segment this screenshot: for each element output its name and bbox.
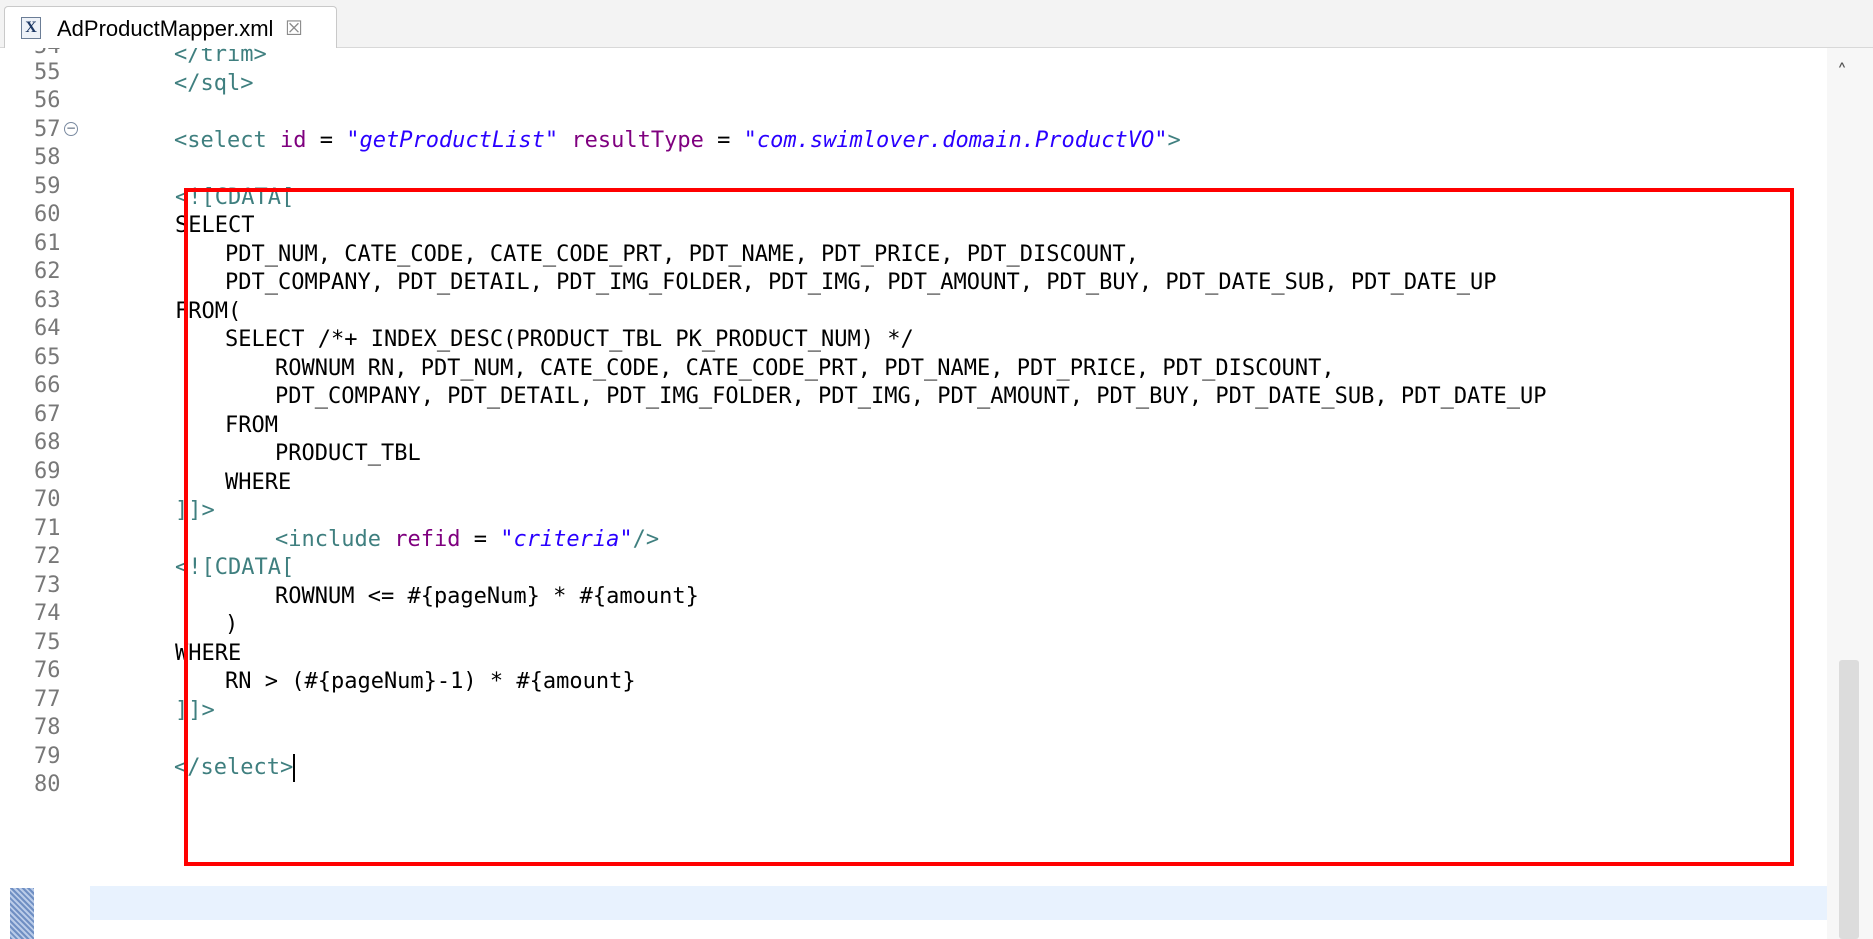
line-number: 58	[34, 145, 61, 170]
tab-label: AdProductMapper.xml	[57, 16, 274, 41]
line-number: 71	[34, 516, 61, 541]
tab-adproductmapper[interactable]: X AdProductMapper.xml ☒	[4, 6, 337, 48]
line-number: 79	[34, 744, 61, 769]
annotation-highlight-box	[184, 188, 1794, 866]
line-number: 64	[34, 316, 61, 341]
line-number: 67	[34, 402, 61, 427]
code-line: </sql>	[174, 70, 254, 96]
current-line-highlight	[90, 886, 1830, 920]
line-number: 60	[34, 202, 61, 227]
line-number: 65	[34, 345, 61, 370]
xml-file-icon: X	[21, 17, 41, 39]
line-number: 77	[34, 687, 61, 712]
line-number: 78	[34, 715, 61, 740]
line-number: 73	[34, 573, 61, 598]
line-number: 55	[34, 60, 61, 85]
line-number: 68	[34, 430, 61, 455]
line-number: 69	[34, 459, 61, 484]
code-line: <select id = "getProductList" resultType…	[174, 127, 1181, 153]
overview-marker	[10, 888, 34, 939]
scrollbar-thumb[interactable]	[1839, 660, 1859, 939]
line-number: 63	[34, 288, 61, 313]
line-number: 61	[34, 231, 61, 256]
code-editor[interactable]: 54 55 56 57 − 58 59 60 61 62 63 64 65 66…	[0, 48, 1873, 939]
line-number: 57	[34, 117, 61, 142]
line-number: 80	[34, 772, 61, 797]
line-number: 75	[34, 630, 61, 655]
close-icon[interactable]: ☒	[285, 16, 303, 40]
line-number: 74	[34, 601, 61, 626]
line-number: 66	[34, 373, 61, 398]
line-number: 76	[34, 658, 61, 683]
scroll-up-arrow-icon[interactable]: ˄	[1837, 60, 1847, 84]
line-number: 70	[34, 487, 61, 512]
line-number: 56	[34, 88, 61, 113]
fold-collapse-icon[interactable]: −	[64, 122, 78, 136]
editor-tab-bar: X AdProductMapper.xml ☒	[0, 0, 1873, 48]
line-number: 54	[34, 48, 61, 59]
vertical-scrollbar[interactable]: ˄	[1827, 48, 1873, 939]
line-number: 62	[34, 259, 61, 284]
line-number: 59	[34, 174, 61, 199]
line-number: 72	[34, 544, 61, 569]
